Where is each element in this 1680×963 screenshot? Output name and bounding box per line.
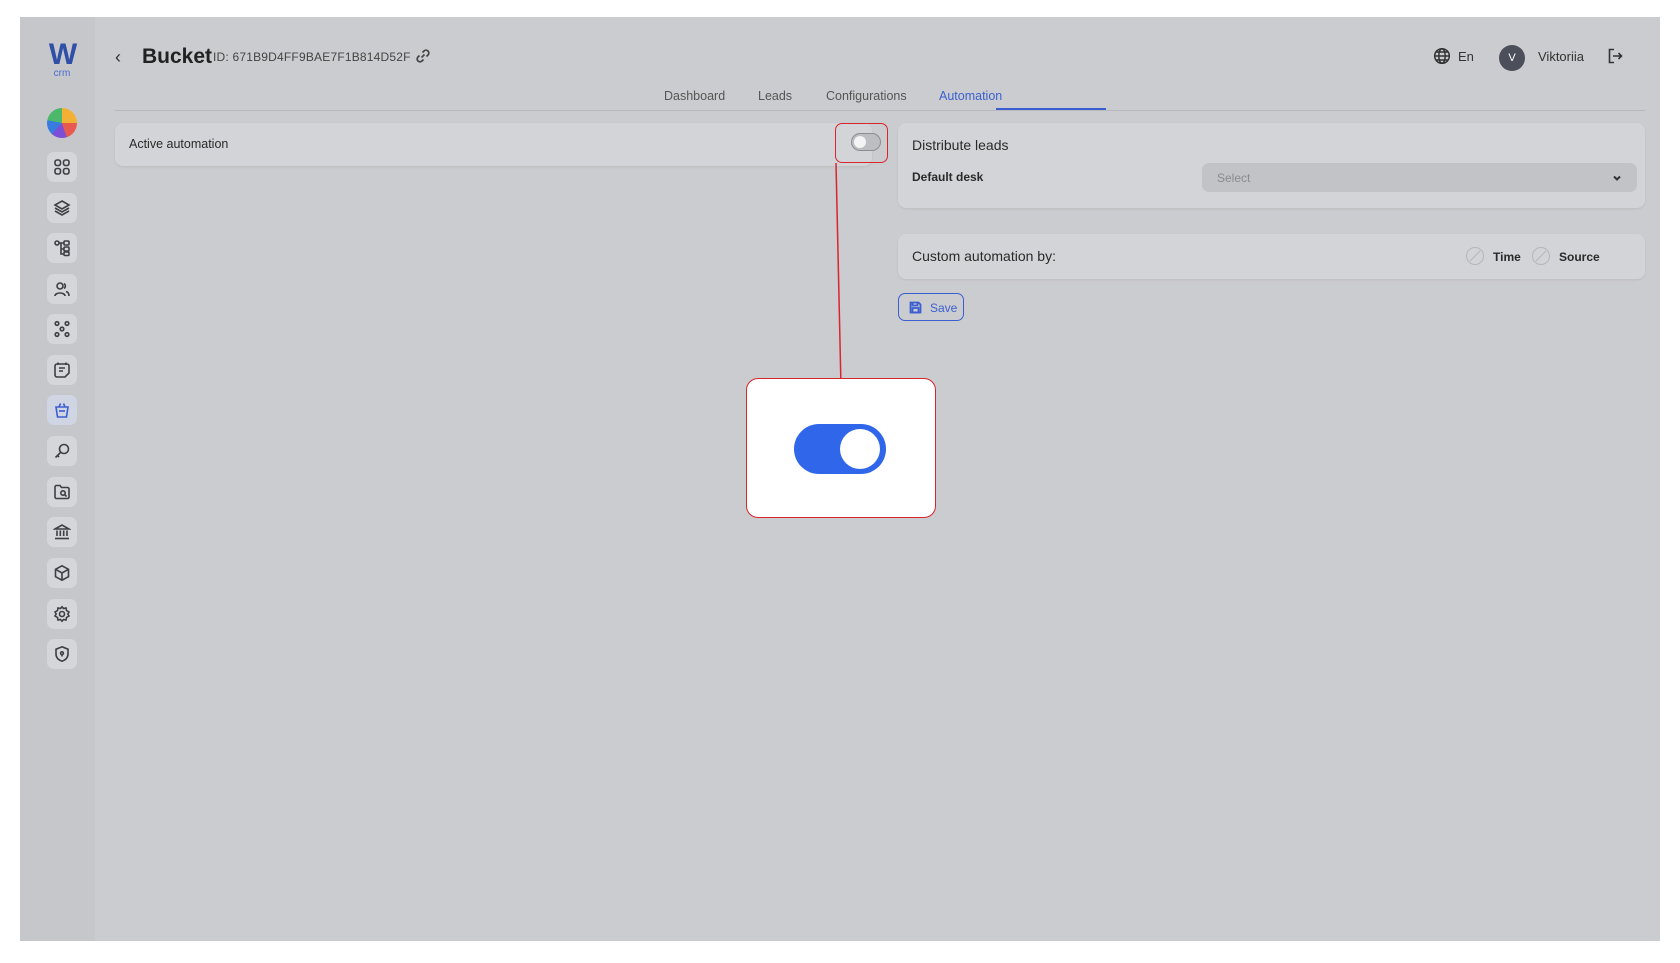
zoomed-toggle-knob: [840, 429, 880, 469]
zoomed-toggle-on: [794, 424, 886, 474]
zoomed-toggle-callout: [746, 378, 936, 518]
app-window: W crm ‹ Bucket ID: 671B9D4FF9BAE7F1B814D…: [20, 17, 1660, 941]
